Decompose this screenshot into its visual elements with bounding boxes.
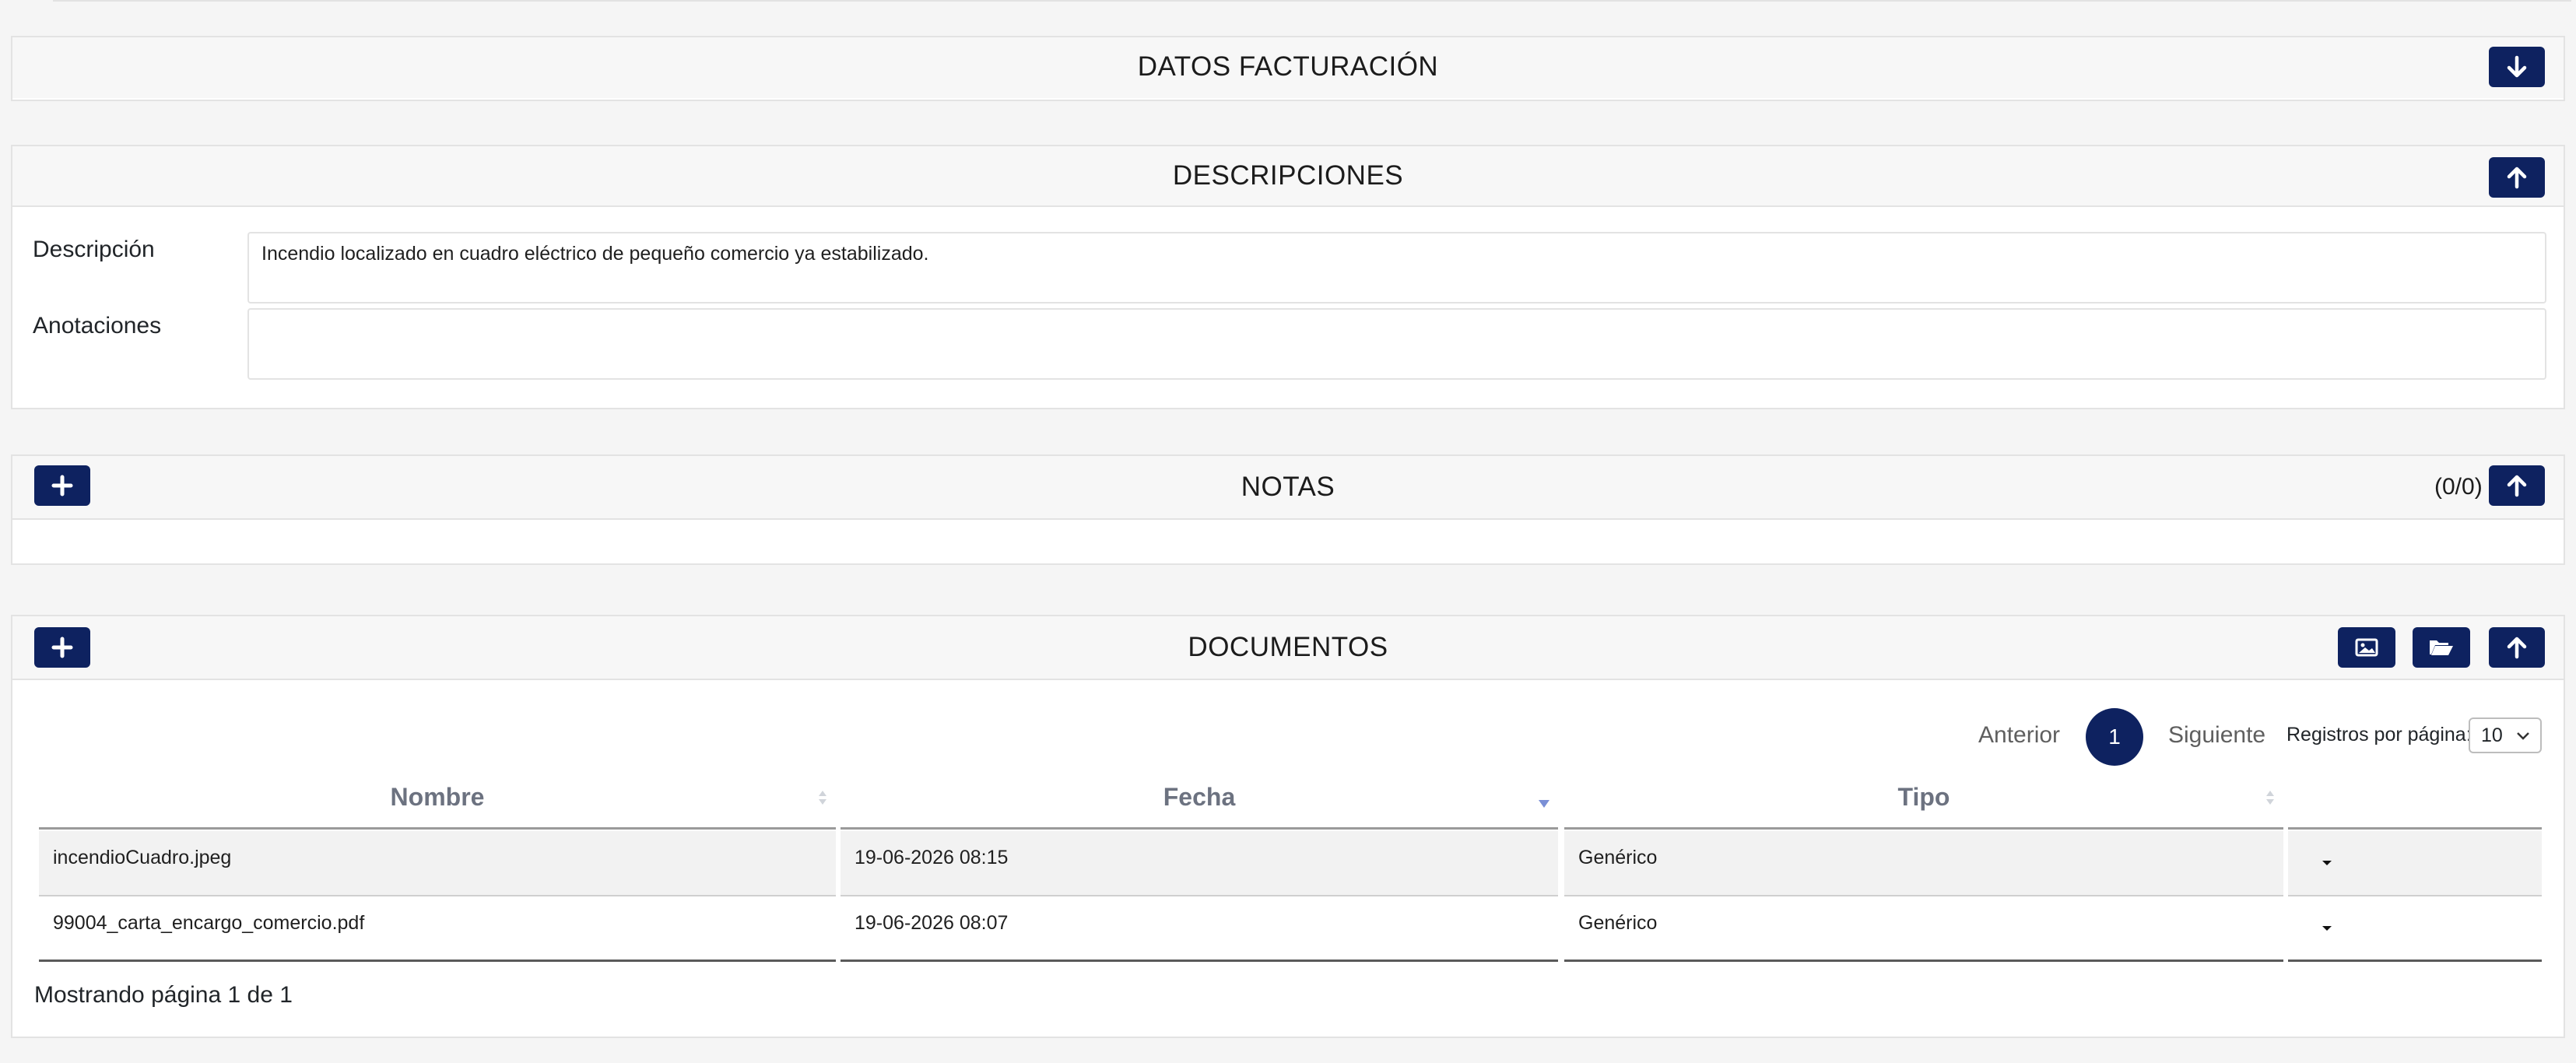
arrow-down-icon: [2507, 55, 2527, 78]
pager-current-page[interactable]: 1: [2086, 708, 2143, 766]
sort-icon: [819, 791, 826, 805]
documents-title: DOCUMENTOS: [1188, 632, 1388, 662]
notes-panel: NOTAS (0/0): [11, 454, 2565, 565]
caret-down-icon: [2322, 861, 2332, 865]
rows-per-page-select[interactable]: 10: [2469, 717, 2542, 753]
documents-collapse-button[interactable]: [2489, 627, 2545, 668]
chevron-down-icon: [2517, 732, 2529, 740]
billing-title: DATOS FACTURACIÓN: [1137, 51, 1439, 82]
rows-per-page-label: Registros por página:: [2286, 724, 2472, 746]
notes-count: (0/0): [2434, 474, 2483, 500]
sort-icon: [2266, 791, 2274, 805]
row-actions-dropdown[interactable]: [2288, 831, 2542, 896]
arrow-up-icon: [2507, 637, 2527, 659]
annotations-label: Anotaciones: [33, 313, 162, 339]
top-divider: [53, 0, 2571, 2]
documents-header[interactable]: DOCUMENTOS: [12, 616, 2564, 680]
annotations-field[interactable]: [247, 308, 2546, 380]
image-gallery-button[interactable]: [2338, 627, 2395, 668]
cell-type: Genérico: [1564, 831, 2283, 896]
cell-type: Genérico: [1564, 896, 2283, 962]
column-header-date[interactable]: Fecha: [841, 775, 1558, 830]
arrow-up-icon: [2507, 475, 2527, 497]
billing-expand-button[interactable]: [2489, 47, 2545, 87]
notes-collapse-button[interactable]: [2489, 465, 2545, 506]
image-icon: [2355, 638, 2378, 657]
open-folder-button[interactable]: [2413, 627, 2470, 668]
billing-header[interactable]: DATOS FACTURACIÓN: [12, 37, 2564, 98]
cell-name[interactable]: 99004_carta_encargo_comercio.pdf: [39, 896, 836, 962]
descriptions-header[interactable]: DESCRIPCIONES: [12, 146, 2564, 207]
pagination-summary: Mostrando página 1 de 1: [34, 982, 293, 1008]
descriptions-panel: DESCRIPCIONES Descripción Incendio local…: [11, 145, 2565, 409]
description-label: Descripción: [33, 237, 155, 262]
notes-header[interactable]: NOTAS (0/0): [12, 456, 2564, 520]
arrow-up-icon: [2507, 167, 2527, 189]
rows-per-page-value: 10: [2481, 724, 2503, 746]
row-actions-dropdown[interactable]: [2288, 896, 2542, 962]
column-header-actions: [2288, 775, 2542, 830]
cell-name[interactable]: incendioCuadro.jpeg: [39, 831, 836, 896]
caret-down-icon: [2322, 926, 2332, 931]
cell-date: 19-06-2026 08:15: [841, 831, 1558, 896]
folder-open-icon: [2430, 640, 2453, 655]
pager-prev[interactable]: Anterior: [1978, 722, 2060, 749]
pager-next[interactable]: Siguiente: [2168, 722, 2265, 749]
descriptions-collapse-button[interactable]: [2489, 157, 2545, 198]
description-field[interactable]: Incendio localizado en cuadro eléctrico …: [247, 232, 2546, 303]
sort-desc-icon: [1539, 800, 1549, 808]
column-header-name[interactable]: Nombre: [39, 775, 836, 830]
notes-title: NOTAS: [1241, 472, 1335, 502]
descriptions-title: DESCRIPCIONES: [1172, 160, 1404, 191]
billing-panel: DATOS FACTURACIÓN: [11, 36, 2565, 101]
cell-date: 19-06-2026 08:07: [841, 896, 1558, 962]
column-header-type[interactable]: Tipo: [1564, 775, 2283, 830]
